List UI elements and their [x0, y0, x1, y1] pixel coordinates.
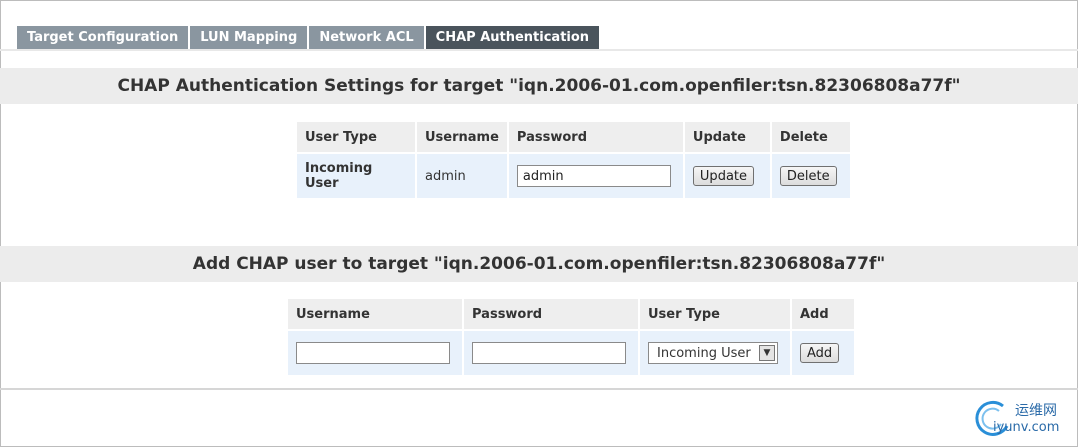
update-button[interactable]: Update [692, 166, 755, 186]
chevron-down-icon[interactable]: ▼ [759, 345, 775, 361]
tab-chap-authentication[interactable]: CHAP Authentication [425, 26, 600, 50]
column-header-password: Password [508, 122, 683, 152]
password-cell [508, 154, 683, 198]
column-header-password: Password [464, 299, 638, 329]
table-header-row: User Type Username Password Update Delet… [297, 122, 850, 152]
user-type-selected-value: Incoming User [657, 345, 751, 361]
column-header-user-type: User Type [640, 299, 790, 329]
new-password-field[interactable] [472, 342, 626, 364]
delete-cell: Delete [771, 154, 850, 198]
add-user-section-title: Add CHAP user to target "iqn.2006-01.com… [0, 246, 1078, 282]
tab-bar: Target Configuration LUN Mapping Network… [17, 26, 601, 50]
column-header-user-type: User Type [297, 122, 415, 152]
column-header-add: Add [792, 299, 854, 329]
user-type-cell: Incoming User [297, 154, 415, 198]
new-username-cell [288, 331, 462, 375]
user-type-select[interactable]: Incoming User ▼ [648, 342, 778, 364]
column-header-username: Username [417, 122, 507, 152]
watermark-text-domain: iyunv.com [993, 420, 1060, 435]
password-field[interactable] [516, 165, 671, 187]
bottom-divider [0, 388, 1078, 390]
watermark-text-chinese: 运维网 [1015, 403, 1057, 419]
column-header-delete: Delete [771, 122, 850, 152]
username-cell: admin [417, 154, 507, 198]
settings-section-title: CHAP Authentication Settings for target … [0, 68, 1078, 104]
chap-users-table: User Type Username Password Update Delet… [295, 120, 852, 200]
column-header-update: Update [684, 122, 770, 152]
table-row: Incoming User admin Update Delete [297, 154, 850, 198]
tab-network-acl[interactable]: Network ACL [309, 26, 424, 50]
tab-lun-mapping[interactable]: LUN Mapping [190, 26, 308, 50]
new-password-cell [464, 331, 638, 375]
tab-target-configuration[interactable]: Target Configuration [17, 26, 189, 50]
new-username-field[interactable] [296, 342, 450, 364]
add-cell: Add [792, 331, 854, 375]
add-button[interactable]: Add [800, 343, 840, 363]
add-user-table: Username Password User Type Add Incoming… [286, 297, 856, 377]
update-cell: Update [684, 154, 770, 198]
table-row: Incoming User ▼ Add [288, 331, 854, 375]
watermark-logo: 运维网 iyunv.com [973, 398, 1073, 440]
delete-button[interactable]: Delete [779, 166, 837, 186]
table-header-row: Username Password User Type Add [288, 299, 854, 329]
tab-divider [0, 49, 1078, 51]
column-header-username: Username [288, 299, 462, 329]
user-type-select-cell: Incoming User ▼ [640, 331, 790, 375]
